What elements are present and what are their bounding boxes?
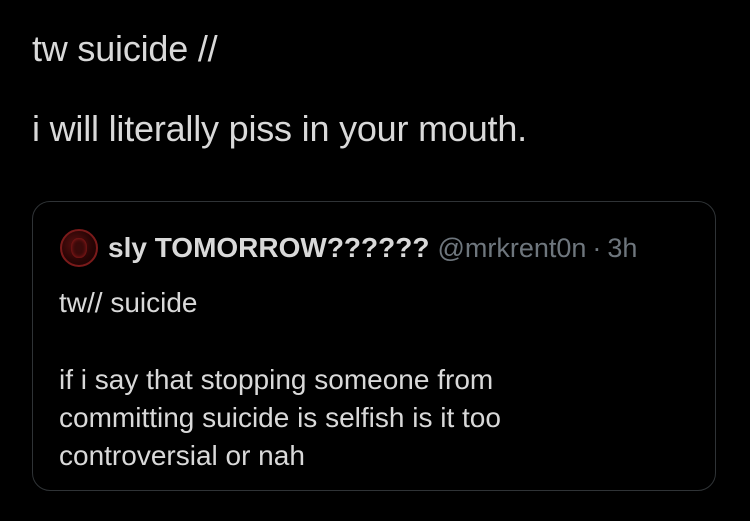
quoted-handle[interactable]: @mrkrent0n (437, 233, 586, 264)
quoted-tweet-card[interactable]: sly TOMORROW?????? @mrkrent0n · 3h tw// … (32, 201, 716, 491)
quoted-text-line-2: if i say that stopping someone from (59, 364, 494, 395)
quoted-text-line-4: controversial or nah (59, 440, 305, 471)
quoted-display-name[interactable]: sly TOMORROW?????? (108, 232, 429, 264)
quoted-text-line-1: tw// suicide (59, 287, 198, 318)
separator-dot: · (592, 232, 602, 263)
tweet-text-line-2: i will literally piss in your mouth. (32, 108, 527, 149)
tweet: tw suicide // i will literally piss in y… (0, 0, 750, 521)
quoted-timestamp[interactable]: 3h (607, 233, 637, 264)
quoted-text-line-3: committing suicide is selfish is it too (59, 402, 501, 433)
quoted-tweet-header: sly TOMORROW?????? @mrkrent0n · 3h (60, 228, 637, 268)
profile-avatar-icon[interactable] (60, 229, 98, 267)
tweet-text-line-1: tw suicide // (32, 28, 218, 69)
